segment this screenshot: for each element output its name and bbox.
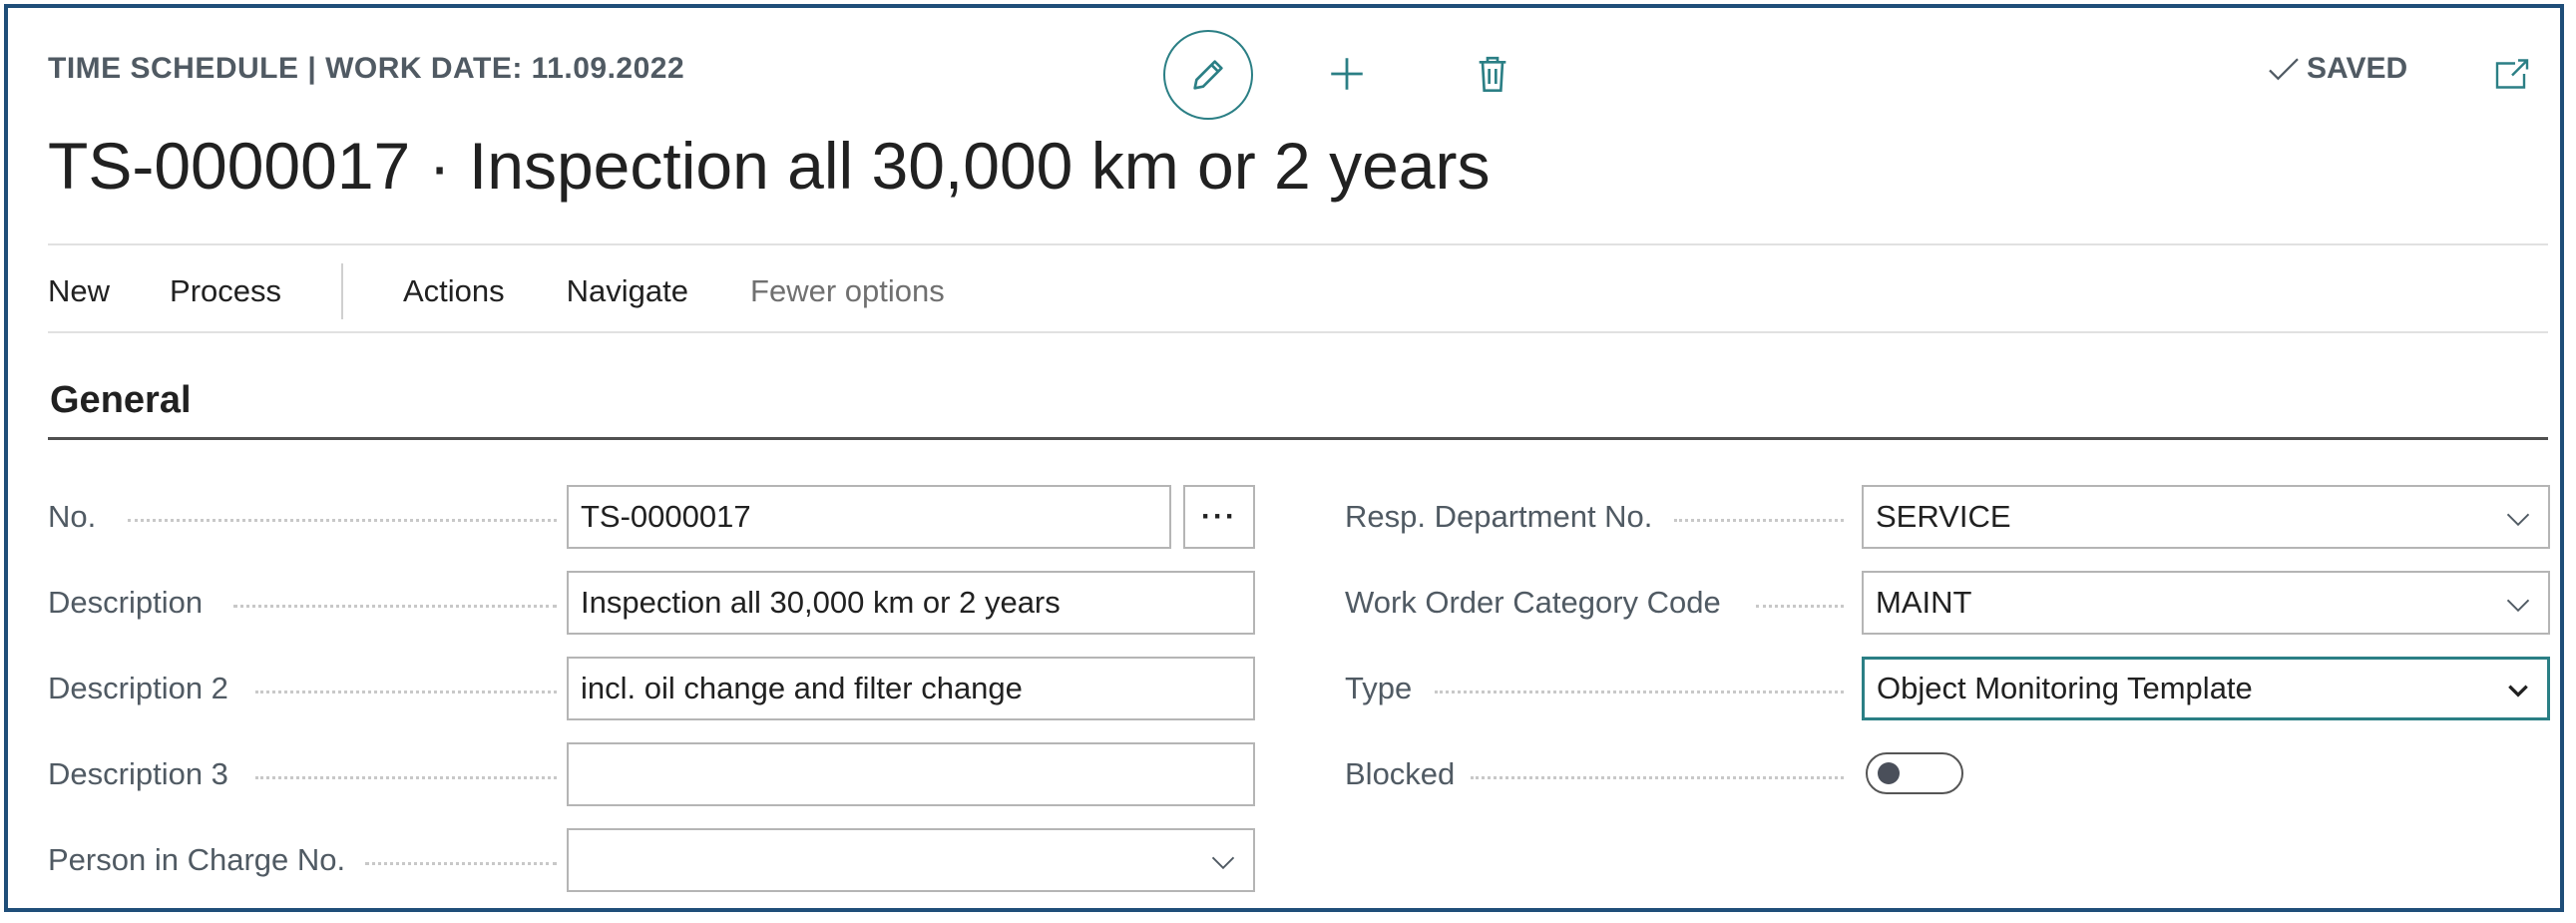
type-value: Object Monitoring Template — [1877, 671, 2253, 705]
label-no: No. — [48, 499, 97, 534]
open-new-window-button[interactable] — [2482, 44, 2542, 104]
action-actions[interactable]: Actions — [403, 273, 505, 309]
label-leader — [1674, 519, 1844, 522]
description-field[interactable]: Inspection all 30,000 km or 2 years — [567, 571, 1255, 635]
save-status: SAVED — [2267, 52, 2407, 86]
resp-department-dropdown[interactable]: SERVICE — [1862, 485, 2550, 549]
description-2-field[interactable]: incl. oil change and filter change — [567, 657, 1255, 720]
blocked-toggle[interactable] — [1866, 752, 1963, 794]
label-leader — [255, 691, 557, 693]
resp-department-value: SERVICE — [1876, 499, 2011, 534]
label-description-2: Description 2 — [48, 671, 228, 705]
label-person-in-charge: Person in Charge No. — [48, 842, 346, 877]
chevron-down-icon — [1211, 856, 1235, 870]
action-bar: New Process Actions Navigate Fewer optio… — [48, 261, 945, 321]
chevron-down-icon — [2508, 685, 2528, 697]
action-fewer-options[interactable]: Fewer options — [750, 273, 945, 309]
label-leader — [233, 605, 557, 608]
breadcrumb: TIME SCHEDULE | WORK DATE: 11.09.2022 — [48, 52, 685, 85]
edit-button[interactable] — [1163, 30, 1253, 120]
no-value: TS-0000017 — [581, 499, 751, 534]
chevron-down-icon — [2506, 599, 2530, 613]
label-description: Description — [48, 585, 204, 620]
label-leader — [1756, 605, 1844, 608]
action-process[interactable]: Process — [170, 273, 281, 309]
no-field[interactable]: TS-0000017 — [567, 485, 1171, 549]
popout-icon — [2495, 59, 2529, 89]
pencil-icon — [1193, 60, 1223, 90]
action-navigate[interactable]: Navigate — [567, 273, 688, 309]
label-leader — [1435, 691, 1844, 693]
description-value: Inspection all 30,000 km or 2 years — [581, 585, 1061, 620]
label-work-order-category: Work Order Category Code — [1345, 585, 1721, 620]
delete-button[interactable] — [1463, 44, 1522, 104]
label-type: Type — [1345, 671, 1413, 705]
description-2-value: incl. oil change and filter change — [581, 671, 1023, 705]
type-select[interactable]: Object Monitoring Template — [1862, 657, 2550, 720]
no-assist-button[interactable]: ··· — [1183, 485, 1255, 549]
label-leader — [1471, 776, 1844, 779]
description-3-field[interactable] — [567, 742, 1255, 806]
section-title-general[interactable]: General — [50, 379, 192, 422]
label-description-3: Description 3 — [48, 756, 228, 791]
label-blocked: Blocked — [1345, 756, 1456, 791]
new-record-button[interactable] — [1317, 44, 1377, 104]
plus-icon — [1331, 58, 1363, 90]
section-underline — [48, 437, 2548, 440]
toggle-knob — [1878, 762, 1900, 784]
save-status-label: SAVED — [2307, 52, 2408, 85]
divider — [48, 243, 2548, 245]
label-leader — [128, 519, 557, 522]
action-separator — [341, 263, 343, 319]
page-title: TS-0000017 · Inspection all 30,000 km or… — [48, 129, 1491, 203]
action-new[interactable]: New — [48, 273, 110, 309]
check-icon — [2269, 58, 2299, 81]
chevron-down-icon — [2506, 513, 2530, 527]
trash-icon — [1479, 56, 1506, 92]
work-order-category-value: MAINT — [1876, 585, 1972, 620]
page-frame: TIME SCHEDULE | WORK DATE: 11.09.2022 SA… — [4, 4, 2564, 912]
work-order-category-dropdown[interactable]: MAINT — [1862, 571, 2550, 635]
label-leader — [365, 862, 557, 865]
label-leader — [255, 776, 557, 779]
divider — [48, 331, 2548, 333]
person-in-charge-dropdown[interactable] — [567, 828, 1255, 892]
label-resp-department: Resp. Department No. — [1345, 499, 1653, 534]
